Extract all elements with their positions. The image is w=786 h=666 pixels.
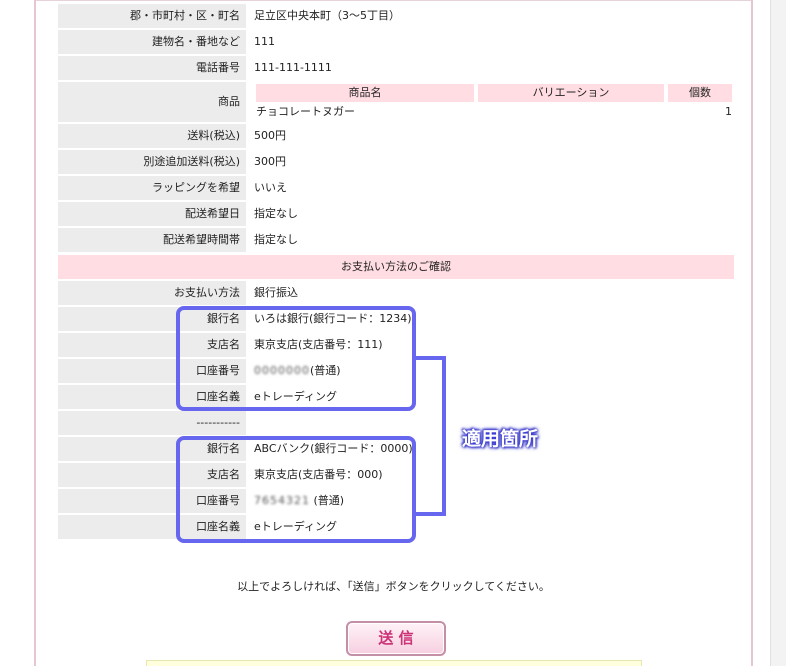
wrapping-label: ラッピングを希望 [58, 176, 246, 200]
applied-area-callout: 適用箇所 [462, 428, 539, 450]
product-header-name: 商品名 [256, 84, 474, 102]
submit-button[interactable]: 送 信 [346, 621, 446, 656]
bank-separator: ----------- [58, 411, 246, 435]
product-header-variation: バリエーション [478, 84, 664, 102]
product-table: 商品名 バリエーション 個数 チョコレートヌガー 1 [248, 82, 734, 122]
highlight-box-bank1 [176, 306, 416, 411]
page-border-right [751, 0, 753, 666]
row-phone: 電話番号 111-111-1111 [58, 56, 734, 80]
product-label: 商品 [58, 82, 246, 122]
window-scrollbar[interactable] [770, 0, 786, 666]
payment-section-title: お支払い方法のご確認 [58, 255, 734, 279]
row-shipping: 送料(税込) 500円 [58, 124, 734, 148]
city-value: 足立区中央本町（3～5丁目） [248, 4, 734, 28]
footer-info-box [146, 660, 642, 666]
product-header-qty: 個数 [668, 84, 732, 102]
row-delivery-date: 配送希望日 指定なし [58, 202, 734, 226]
confirmation-notice: 以上でよろしければ、「送信」ボタンをクリックしてください。 [237, 580, 550, 593]
delivery-time-label: 配送希望時間帯 [58, 228, 246, 252]
row-extra-shipping: 別途追加送料(税込) 300円 [58, 150, 734, 174]
shipping-label: 送料(税込) [58, 124, 246, 148]
city-label: 郡・市町村・区・町名 [58, 4, 246, 28]
phone-label: 電話番号 [58, 56, 246, 80]
product-item-name: チョコレートヌガー [256, 105, 355, 118]
shipping-value: 500円 [248, 124, 734, 148]
delivery-date-value: 指定なし [248, 202, 734, 226]
row-building: 建物名・番地など 111 [58, 30, 734, 54]
highlight-box-bank2 [176, 436, 416, 543]
building-value: 111 [248, 30, 734, 54]
extra-shipping-label: 別途追加送料(税込) [58, 150, 246, 174]
row-delivery-time: 配送希望時間帯 指定なし [58, 228, 734, 252]
row-payment-method: お支払い方法 銀行振込 [58, 281, 734, 305]
wrapping-value: いいえ [248, 176, 734, 200]
highlight-bracket [412, 356, 446, 516]
row-wrapping: ラッピングを希望 いいえ [58, 176, 734, 200]
product-item-qty: 1 [725, 105, 732, 118]
payment-method-label: お支払い方法 [58, 281, 246, 305]
extra-shipping-value: 300円 [248, 150, 734, 174]
page-border-left [34, 0, 36, 666]
row-city: 郡・市町村・区・町名 足立区中央本町（3～5丁目） [58, 4, 734, 28]
delivery-date-label: 配送希望日 [58, 202, 246, 226]
delivery-time-value: 指定なし [248, 228, 734, 252]
row-product: 商品 商品名 バリエーション 個数 チョコレートヌガー 1 [58, 82, 734, 122]
building-label: 建物名・番地など [58, 30, 246, 54]
phone-value: 111-111-1111 [248, 56, 734, 80]
row-bank-separator: ----------- [58, 411, 734, 435]
payment-method-value: 銀行振込 [248, 281, 734, 305]
product-item-variation [478, 104, 664, 120]
page-top-rule [36, 0, 751, 1]
